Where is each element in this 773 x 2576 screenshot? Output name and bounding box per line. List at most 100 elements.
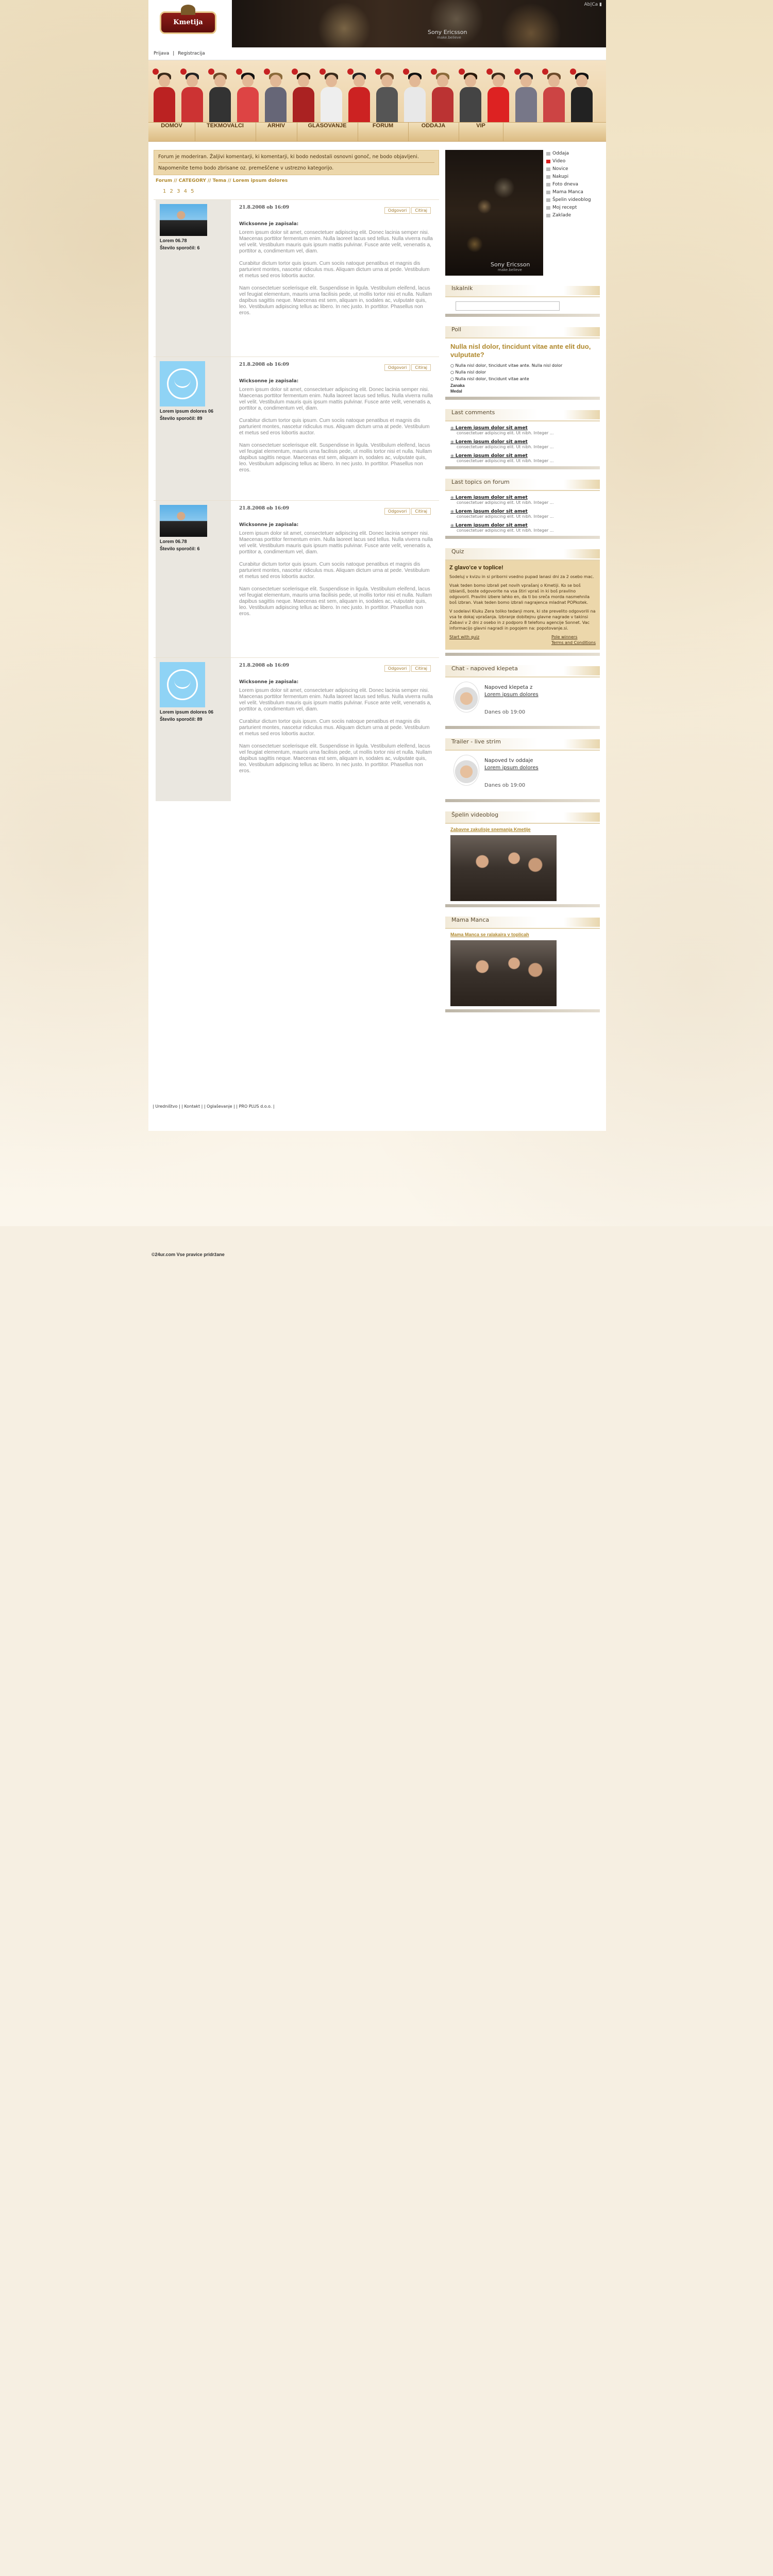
register-link[interactable]: Registracija [178,51,205,56]
promo-menu-item[interactable]: Oddaja [545,150,600,158]
promo-menu-item[interactable]: Mama Manca [545,189,600,196]
promo-menu-item[interactable]: Nakupi [545,173,600,181]
mama-manca-thumbnail[interactable] [450,940,557,1006]
breadcrumb-forum[interactable]: Forum [156,178,172,183]
breadcrumb: Forum // CATEGORY // Tema // Lorem ipsum… [154,175,439,187]
body [515,87,537,122]
prize-winners-link[interactable]: Pole winners [551,635,577,639]
reply-button[interactable]: Odgovori [384,207,411,214]
breadcrumb-category[interactable]: // CATEGORY [174,178,206,183]
promo-menu-item[interactable]: Zaklade [545,212,600,219]
mama-manca-link[interactable]: Mama Manca se ralakaira v toplicah [450,932,595,937]
nav-item-forum[interactable]: FORUM [358,123,409,141]
contestant-photo[interactable] [513,69,539,122]
poll-option[interactable]: Nulla nisl dolor [450,370,595,375]
topic-item[interactable]: Lorem ipsum dolor sit ametconsectetuer a… [450,509,595,519]
nav-item-tekmovalci[interactable]: TEKMOVALCI [195,123,256,141]
promo-menu-item[interactable]: Moj recept [545,204,600,212]
topic-item[interactable]: Lorem ipsum dolor sit ametconsectetuer a… [450,495,595,505]
contestant-photo[interactable] [374,69,400,122]
search-title: Iskalnik [445,285,600,297]
contestant-photo[interactable] [569,69,595,122]
smiley-avatar-icon[interactable] [160,662,205,707]
head [242,75,254,87]
banner-controls[interactable]: Ab|Ca ▮ [584,2,602,7]
contestant-photo[interactable] [485,69,511,122]
top-banner-ad[interactable]: Sony Ericsson make.believe Ab|Ca ▮ [232,0,606,47]
user-avatar[interactable] [160,204,207,236]
reply-button[interactable]: Odgovori [384,364,411,371]
rank-marker [264,69,270,75]
post-username[interactable]: Lorem 06.78 [160,238,187,243]
comment-item[interactable]: Lorem ipsum dolor sit ametconsectetuer a… [450,453,595,463]
contestant-photo[interactable] [207,69,233,122]
poll-link-1[interactable]: Zanaka [450,383,595,388]
reply-button[interactable]: Odgovori [384,665,411,672]
forum-notice: Forum je moderiran. Žaljivi komentarji, … [154,150,439,175]
poll-link-2[interactable]: Medal [450,389,595,394]
post-username[interactable]: Lorem ipsum dolores 06 [160,409,213,414]
videoblog-thumbnail[interactable] [450,835,557,901]
contestant-photo[interactable] [318,69,344,122]
promo-menu-item[interactable]: Novice [545,165,600,173]
quote-button[interactable]: Citiraj [411,508,431,515]
nav-item-domov[interactable]: DOMOV [148,123,195,141]
logo-badge: Kmetija [160,5,216,34]
poll-option[interactable]: Nulla nisl dolor, tincidunt vitae ante. … [450,363,595,368]
post-username[interactable]: Lorem ipsum dolores 06 [160,709,213,715]
box-footer [445,726,600,729]
login-link[interactable]: Prijava [154,51,169,56]
nav-item-glasovanje[interactable]: GLASOVANJE [297,123,358,141]
comment-item[interactable]: Lorem ipsum dolor sit ametconsectetuer a… [450,439,595,449]
promo-menu-item[interactable]: Foto dneva [545,181,600,189]
start-quiz-link[interactable]: Start with quiz [449,634,479,646]
logo[interactable]: Kmetija [148,0,232,47]
trailer-title[interactable]: Trailer - live strim [445,738,600,751]
breadcrumb-topic[interactable]: // Lorem ipsum dolores [228,178,288,183]
nav-item-arhiv[interactable]: ARHIV [256,123,297,141]
body [571,87,593,122]
videoblog-link[interactable]: Zabavne zakulisje snemanja Kmetije [450,827,595,832]
post-username[interactable]: Lorem 06.78 [160,539,187,544]
terms-link[interactable]: Terms and Conditions [551,640,596,645]
trailer-line: Napoved tv oddaje [484,758,533,764]
promo-menu-item[interactable]: Video [545,158,600,165]
contestant-photo[interactable] [152,69,177,122]
quote-button[interactable]: Citiraj [411,665,431,672]
pagination[interactable]: 1 2 3 4 5 [154,187,439,199]
footer-links[interactable]: | Uredništvo | | Kontakt | | Oglaševanje… [153,1104,275,1109]
videoblog-title[interactable]: Špelin videoblog [445,811,600,824]
quote-button[interactable]: Citiraj [411,364,431,371]
promo-menu-item[interactable]: Špelin videoblog [545,196,600,204]
contestant-photo[interactable] [263,69,289,122]
contestant-photo[interactable] [179,69,205,122]
poll-option[interactable]: Nulla nisl dolor, tincidunt vitae ante [450,377,595,381]
contestant-photo[interactable] [346,69,372,122]
contestant-photo[interactable] [291,69,316,122]
nav-item-vip[interactable]: VIP [459,123,503,141]
promo-video[interactable]: Sony Ericsson make.believe [445,150,543,276]
post-author-panel: Lorem 06.78 Število sporočil: 6 [156,200,231,357]
breadcrumb-topic-group[interactable]: // Tema [208,178,226,183]
quiz-box: Quiz Z glavo'ce v toplice! Sodeluj v kvi… [445,548,600,656]
sidebar: Sony Ericsson make.believe Oddaja Video Nov… [445,150,600,1012]
search-input[interactable] [456,301,560,311]
trailer-link[interactable]: Lorem ipsum dolores [484,765,539,771]
contestant-photo[interactable] [402,69,428,122]
mama-manca-title[interactable]: Mama Manca [445,917,600,929]
chat-link[interactable]: Lorem ipsum dolores [484,692,539,698]
comment-item[interactable]: Lorem ipsum dolor sit ametconsectetuer a… [450,426,595,435]
poll-title: Poll [445,326,600,338]
user-avatar[interactable] [160,505,207,537]
contestant-photo[interactable] [541,69,567,122]
contestant-photo[interactable] [458,69,483,122]
chat-title[interactable]: Chat - napoved klepeta [445,665,600,677]
contestant-photo[interactable] [235,69,261,122]
quote-button[interactable]: Citiraj [411,207,431,214]
smiley-avatar-icon[interactable] [160,361,205,406]
rank-marker [570,69,576,75]
topic-item[interactable]: Lorem ipsum dolor sit ametconsectetuer a… [450,523,595,533]
reply-button[interactable]: Odgovori [384,508,411,515]
contestant-photo[interactable] [430,69,456,122]
nav-item-oddaja[interactable]: ODDAJA [408,123,459,141]
